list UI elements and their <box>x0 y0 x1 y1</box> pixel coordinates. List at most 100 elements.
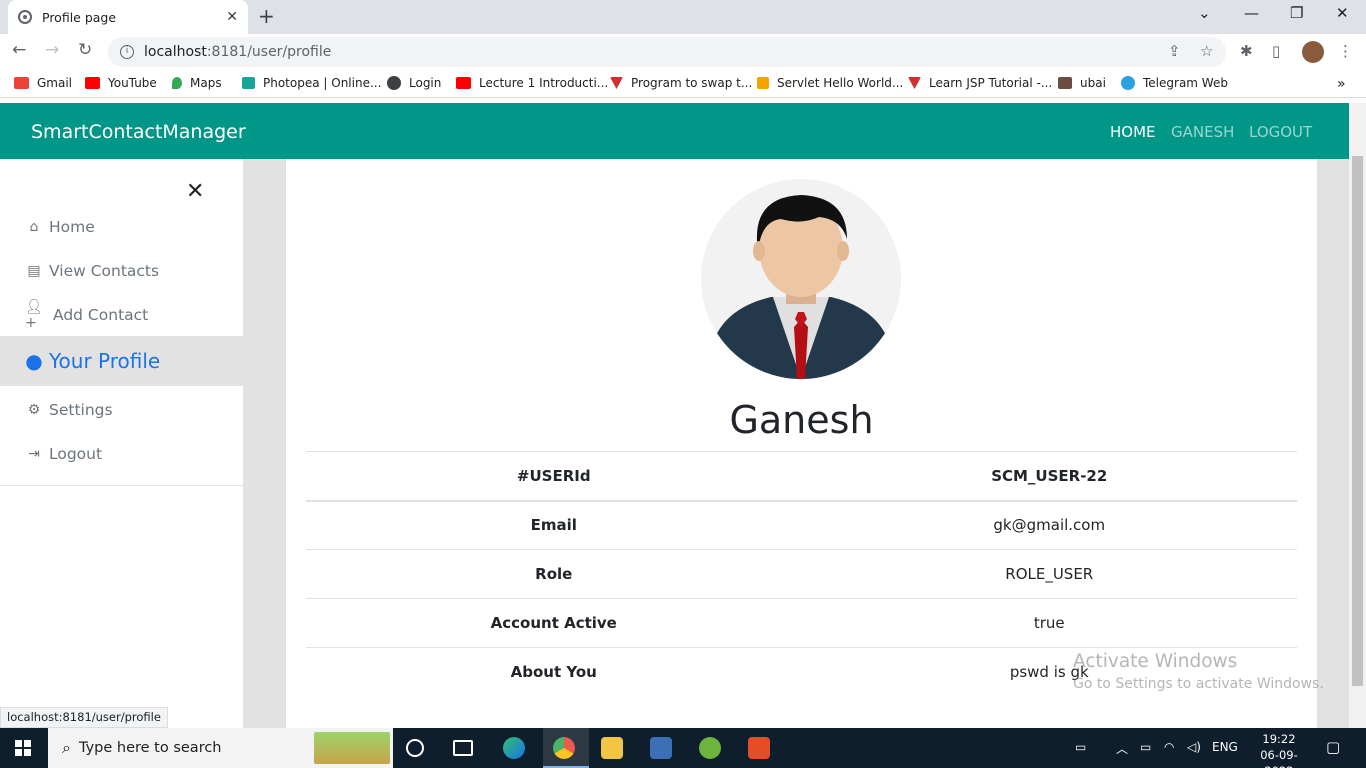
tutorial-logo-icon <box>908 77 921 89</box>
taskbar-search-input[interactable]: ⌕ Type here to search <box>48 728 393 768</box>
sidebar-item-logout[interactable]: ⇥ Logout <box>0 443 243 465</box>
maps-pin-icon <box>172 77 182 89</box>
gmail-icon <box>14 77 29 89</box>
spring-tool-suite-icon[interactable] <box>699 737 721 759</box>
control-panel-icon[interactable] <box>650 737 672 759</box>
sidebar-divider <box>0 485 243 486</box>
bookmarks-bar: Gmail YouTube Maps Photopea | Online... … <box>0 70 1366 98</box>
bookmark-star-icon[interactable]: ☆ <box>1200 42 1213 60</box>
bookmarks-overflow-icon[interactable]: » <box>1337 76 1346 92</box>
youtube-icon <box>456 77 471 89</box>
gear-icon: ⚙ <box>27 402 41 418</box>
address-bar-row: ← → ↻ i localhost:8181/user/profile ⇪ ☆ … <box>0 34 1366 70</box>
nav-home-link[interactable]: HOME <box>1110 123 1156 141</box>
browser-profile-avatar[interactable] <box>1302 41 1324 63</box>
bookmark-jsp[interactable]: Learn JSP Tutorial -... <box>908 76 1052 90</box>
bookmark-gmail[interactable]: Gmail <box>14 76 72 90</box>
id-card-icon: ▤ <box>27 263 41 279</box>
clock-time: 19:22 <box>1262 732 1296 746</box>
table-row: #USERId SCM_USER-22 <box>306 451 1297 502</box>
avatar-illustration <box>701 179 901 379</box>
bookmark-photopea[interactable]: Photopea | Online... <box>242 76 381 90</box>
sign-out-icon: ⇥ <box>28 446 40 462</box>
close-window-icon[interactable]: ✕ <box>1336 4 1349 22</box>
windows-taskbar: ⌕ Type here to search ▭ ︿ ▭ ◠ ◁) ENG ▢ <box>0 728 1366 768</box>
youtube-icon <box>85 77 100 89</box>
status-bar-url: localhost:8181/user/profile <box>0 707 168 728</box>
detail-key: Role <box>306 549 802 599</box>
sidebar-item-label: Add Contact <box>53 306 149 324</box>
sidebar-item-label: Settings <box>49 401 113 419</box>
detail-value: gk@gmail.com <box>801 500 1297 550</box>
language-indicator[interactable]: ENG <box>1212 740 1238 754</box>
search-placeholder: Type here to search <box>78 740 222 756</box>
extensions-puzzle-icon[interactable]: ✱ <box>1240 42 1253 60</box>
network-icon[interactable]: ◠ <box>1164 740 1174 754</box>
nav-logout-link[interactable]: LOGOUT <box>1249 123 1312 141</box>
back-arrow-icon[interactable]: ← <box>12 40 26 60</box>
bookmark-lecture[interactable]: Lecture 1 Introducti... <box>456 76 608 90</box>
address-input[interactable]: i localhost:8181/user/profile <box>108 37 1226 67</box>
bookmark-login[interactable]: Login <box>387 76 441 90</box>
bookmark-youtube[interactable]: YouTube <box>85 76 157 90</box>
tab-title: Profile page <box>42 9 117 25</box>
site-info-icon[interactable]: i <box>120 45 134 59</box>
sidebar-item-your-profile[interactable]: ● Your Profile <box>0 336 243 386</box>
browser-tab[interactable]: Profile page ✕ <box>8 0 248 34</box>
windows-start-icon[interactable] <box>15 740 31 756</box>
detail-key: About You <box>306 647 802 697</box>
telegram-icon <box>1121 76 1135 90</box>
bookmark-maps[interactable]: Maps <box>172 76 222 90</box>
bookmark-telegram[interactable]: Telegram Web <box>1121 76 1228 90</box>
cortana-icon[interactable] <box>406 739 424 757</box>
forward-arrow-icon[interactable]: → <box>45 40 59 60</box>
sidebar-item-add-contact[interactable]: 👤︎+ Add Contact <box>0 299 243 331</box>
detail-key: Email <box>306 500 802 550</box>
detail-value: true <box>801 598 1297 648</box>
close-sidebar-icon[interactable]: ✕ <box>186 179 204 204</box>
sidebar-item-label: Logout <box>49 445 103 463</box>
edge-browser-icon[interactable] <box>503 737 525 759</box>
table-row: Email gk@gmail.com <box>306 500 1297 550</box>
activation-watermark-title: Activate Windows <box>1073 651 1238 672</box>
user-plus-icon: 👤︎+ <box>25 299 43 331</box>
brand-link[interactable]: SmartContactManager <box>31 121 246 143</box>
new-tab-button[interactable]: + <box>258 4 275 28</box>
chrome-menu-icon[interactable]: ⋮ <box>1338 42 1353 60</box>
tutorial-logo-icon <box>610 77 623 89</box>
tab-search-chevron-icon[interactable]: ⌄ <box>1198 4 1211 22</box>
detail-value: SCM_USER-22 <box>801 451 1297 502</box>
page-favicon-icon <box>18 10 32 24</box>
url-host: localhost <box>144 44 207 60</box>
sidebar-item-label: Your Profile <box>49 349 161 373</box>
keyboard-tray-icon[interactable]: ▭ <box>1075 740 1086 754</box>
reload-icon[interactable]: ↻ <box>78 40 92 60</box>
tab-close-icon[interactable]: ✕ <box>226 9 238 25</box>
minimize-icon[interactable]: — <box>1244 4 1259 22</box>
show-hidden-icons-chevron[interactable]: ︿ <box>1116 740 1128 757</box>
sidebar-item-home[interactable]: ⌂ Home <box>0 216 243 238</box>
restore-icon[interactable]: ❐ <box>1290 4 1303 22</box>
volume-icon[interactable]: ◁) <box>1187 740 1201 754</box>
clock-date: 06-09-2022 <box>1260 748 1298 768</box>
nav-user-link[interactable]: GANESH <box>1171 123 1234 141</box>
taskbar-clock[interactable]: 19:22 06-09-2022 <box>1255 731 1303 768</box>
notifications-icon[interactable]: ▢ <box>1326 738 1340 756</box>
sidebar-item-settings[interactable]: ⚙ Settings <box>0 399 243 421</box>
bookmark-program-swap[interactable]: Program to swap t... <box>610 76 752 90</box>
file-explorer-icon[interactable] <box>601 737 623 759</box>
browser-tab-bar: Profile page ✕ + ⌄ — ❐ ✕ <box>0 0 1366 34</box>
table-row: Role ROLE_USER <box>306 549 1297 599</box>
battery-icon[interactable]: ▭ <box>1140 740 1151 754</box>
side-panel-icon[interactable]: ▯ <box>1272 42 1280 60</box>
url-path: :8181/user/profile <box>206 44 332 60</box>
share-icon[interactable]: ⇪ <box>1168 42 1181 60</box>
bookmark-servlet[interactable]: Servlet Hello World... <box>757 76 903 90</box>
sidebar-item-view-contacts[interactable]: ▤ View Contacts <box>0 260 243 282</box>
bookmark-ubai[interactable]: ubai <box>1058 76 1106 90</box>
profile-name: Ganesh <box>729 398 874 442</box>
task-view-icon[interactable] <box>453 740 473 756</box>
globe-icon <box>387 76 401 90</box>
snipping-tool-icon[interactable] <box>748 737 770 759</box>
scrollbar-thumb[interactable] <box>1352 156 1363 686</box>
